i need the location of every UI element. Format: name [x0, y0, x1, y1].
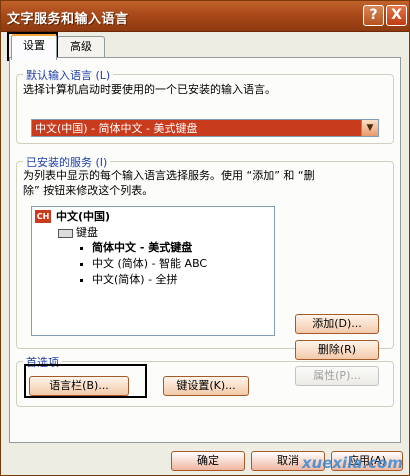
- close-button[interactable]: X: [386, 5, 407, 26]
- bullet-icon: [80, 279, 83, 282]
- keyboard-icon: [58, 229, 73, 238]
- tree-category-node[interactable]: 键盘: [76, 226, 98, 240]
- default-language-title: 默认输入语言 (L): [23, 67, 114, 83]
- key-settings-button[interactable]: 键设置(K)...: [163, 376, 249, 396]
- dialog-window: 文字服务和输入语言 ? X 设置 高级 默认输入语言 (L) 选择计算机启动时要…: [0, 0, 410, 476]
- help-button[interactable]: ?: [363, 5, 384, 26]
- remove-button[interactable]: 删除(R): [295, 340, 379, 360]
- language-ch-icon: CH: [35, 210, 51, 223]
- title-bar[interactable]: 文字服务和输入语言 ? X: [1, 1, 409, 32]
- tree-service-item[interactable]: 中文(简体) - 全拼: [92, 273, 178, 287]
- installed-services-description-2: 除” 按钮来修改这个列表。: [23, 184, 154, 197]
- chevron-down-icon[interactable]: ▼: [361, 120, 378, 136]
- installed-services-description-1: 为列表中显示的每个输入语言选择服务。使用 “添加” 和 “删: [23, 169, 315, 182]
- tab-advanced[interactable]: 高级: [57, 36, 105, 57]
- tree-service-item[interactable]: 简体中文 - 美式键盘: [92, 241, 192, 255]
- add-button[interactable]: 添加(D)...: [295, 314, 379, 334]
- default-language-dropdown[interactable]: 中文(中国) - 简体中文 - 美式键盘 ▼: [31, 119, 379, 137]
- tree-service-item[interactable]: 中文 (简体) - 智能 ABC: [92, 257, 207, 271]
- bullet-icon: [80, 263, 83, 266]
- services-tree[interactable]: CH 中文(中国) 键盘 简体中文 - 美式键盘 中文 (简体) - 智能 AB…: [31, 206, 275, 336]
- default-language-group: 默认输入语言 (L) 选择计算机启动时要使用的一个已安装的输入语言。 中文(中国…: [16, 67, 394, 144]
- installed-services-group: 已安装的服务 (I) 为列表中显示的每个输入语言选择服务。使用 “添加” 和 “…: [16, 154, 394, 386]
- language-bar-button[interactable]: 语言栏(B)...: [29, 376, 129, 396]
- window-title: 文字服务和输入语言: [7, 12, 129, 27]
- preferences-title: 首选项: [23, 354, 62, 370]
- watermark-text: xuexila.com: [301, 454, 403, 472]
- tree-language-node[interactable]: 中文(中国): [56, 210, 110, 224]
- preferences-group: 首选项 语言栏(B)... 键设置(K)...: [16, 354, 394, 407]
- tab-settings[interactable]: 设置: [11, 34, 57, 60]
- default-language-description: 选择计算机启动时要使用的一个已安装的输入语言。: [23, 83, 276, 96]
- bullet-icon: [80, 247, 83, 250]
- ok-button[interactable]: 确定: [171, 451, 245, 471]
- settings-panel: 默认输入语言 (L) 选择计算机启动时要使用的一个已安装的输入语言。 中文(中国…: [9, 57, 401, 443]
- default-language-value: 中文(中国) - 简体中文 - 美式键盘: [35, 122, 198, 135]
